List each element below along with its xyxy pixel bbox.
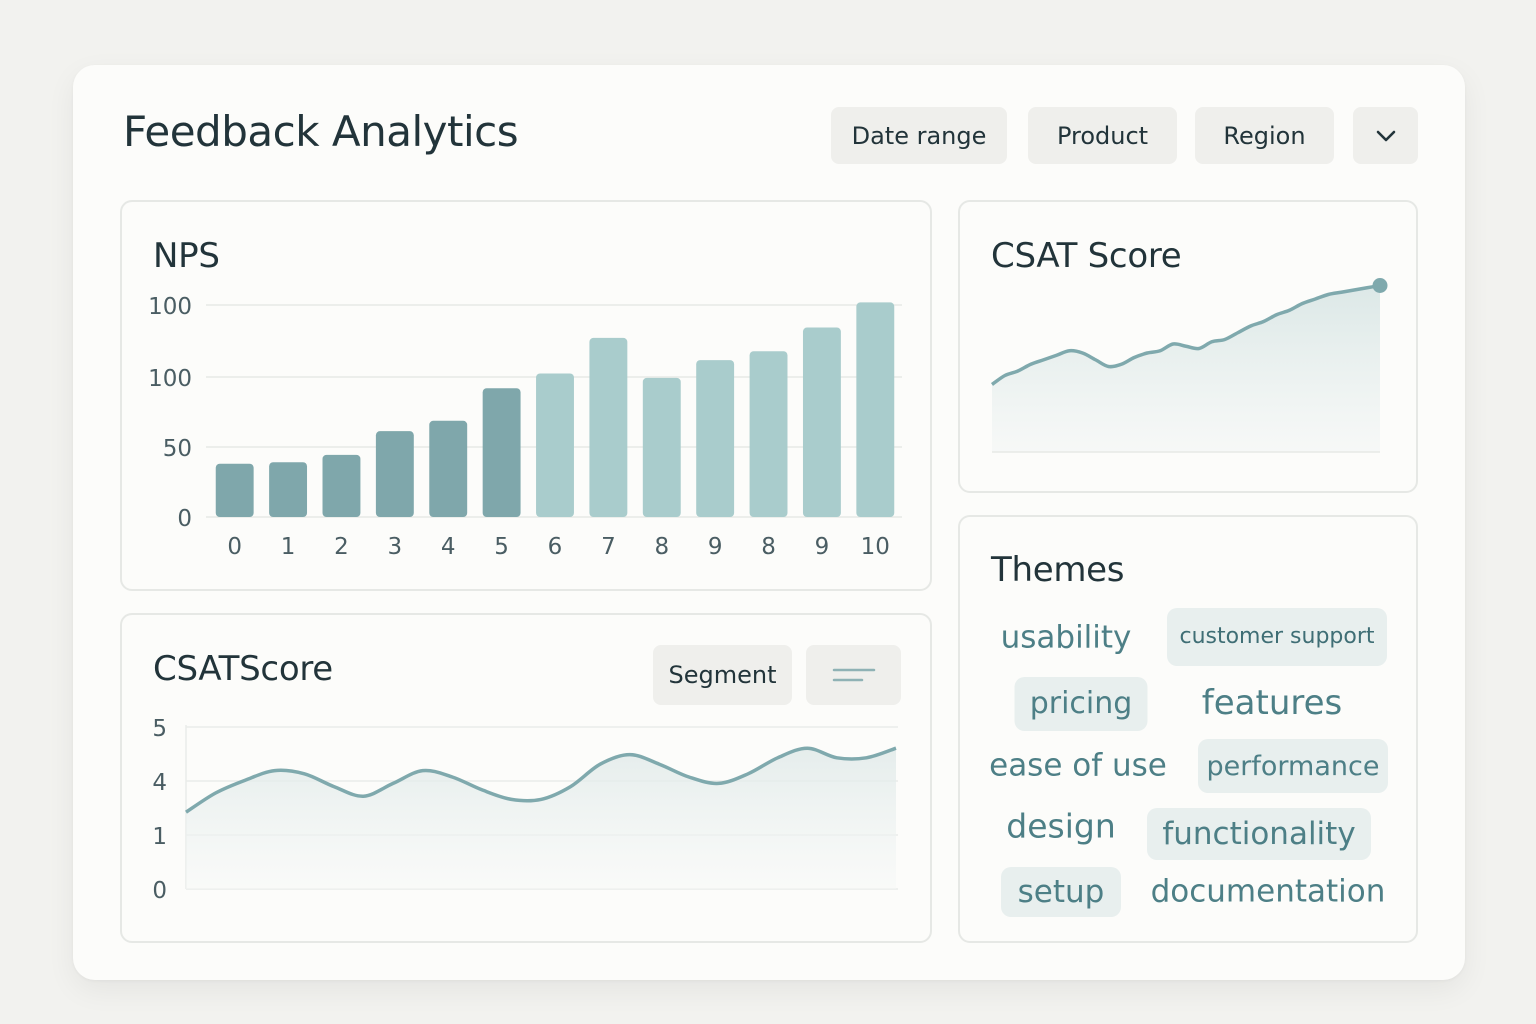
nps-bar xyxy=(215,463,254,517)
nps-bar xyxy=(802,327,841,517)
nps-bar xyxy=(482,388,521,517)
nps-bar xyxy=(536,373,574,517)
nps-x-tick: 4 xyxy=(441,534,456,560)
page-title: Feedback Analytics xyxy=(123,107,519,156)
nps-x-tick: 2 xyxy=(334,534,349,560)
nps-bar xyxy=(589,337,628,517)
theme-tag[interactable]: setup xyxy=(1001,867,1121,917)
csat-y-tick: 1 xyxy=(152,824,167,850)
csat-score-panel: CSAT Score xyxy=(958,200,1418,493)
nps-x-tick: 1 xyxy=(281,534,296,560)
nps-x-tick: 9 xyxy=(708,534,723,560)
csat-y-tick: 4 xyxy=(152,770,167,796)
more-filters-button[interactable] xyxy=(1353,107,1418,164)
theme-tag[interactable]: customer support xyxy=(1167,608,1387,666)
nps-bar xyxy=(269,462,308,517)
nps-x-tick: 6 xyxy=(548,534,563,560)
nps-bar xyxy=(642,377,681,517)
nps-panel: NPS 0 50 100 100 0 1 2 3 4 5 6 7 8 9 8 9 10 xyxy=(120,200,932,591)
csat-segment-area-chart: 0 1 4 5 xyxy=(152,716,898,904)
theme-tag[interactable]: usability xyxy=(1001,622,1132,654)
nps-bar xyxy=(856,302,895,517)
theme-tag[interactable]: documentation xyxy=(1151,876,1386,908)
nps-bar xyxy=(749,351,788,517)
themes-title: Themes xyxy=(991,550,1125,590)
nps-bar xyxy=(375,431,414,517)
nps-x-tick: 7 xyxy=(601,534,616,560)
date-range-filter[interactable]: Date range xyxy=(831,107,1007,164)
nps-bar-chart: 0 50 100 100 0 1 2 3 4 5 6 7 8 9 8 9 10 xyxy=(148,294,902,560)
product-filter[interactable]: Product xyxy=(1028,107,1177,164)
nps-y-tick: 100 xyxy=(148,294,192,320)
nps-bar xyxy=(322,454,361,517)
nps-x-tick: 10 xyxy=(861,534,890,560)
nps-x-tick: 9 xyxy=(815,534,830,560)
theme-tag[interactable]: pricing xyxy=(1014,677,1148,731)
csat-y-tick: 5 xyxy=(152,716,167,742)
themes-panel: Themes usability customer support pricing f… xyxy=(958,515,1418,943)
csat-segment-panel: CSATScore Segment 0145 xyxy=(120,613,932,943)
nps-x-tick: 0 xyxy=(227,534,242,560)
nps-x-tick: 5 xyxy=(494,534,509,560)
nps-x-tick: 3 xyxy=(388,534,403,560)
csat-score-area xyxy=(992,285,1380,452)
theme-tag[interactable]: ease of use xyxy=(989,750,1167,782)
nps-y-tick: 0 xyxy=(177,506,192,532)
dashboard-card: Feedback Analytics Date range Product Re… xyxy=(73,65,1465,980)
theme-tag[interactable]: design xyxy=(1006,810,1115,843)
nps-bar xyxy=(429,420,468,517)
chevron-down-icon xyxy=(1376,130,1395,141)
nps-x-tick: 8 xyxy=(654,534,669,560)
csat-y-tick: 0 xyxy=(152,878,167,904)
theme-tag[interactable]: functionality xyxy=(1147,808,1371,860)
nps-x-tick: 8 xyxy=(761,534,776,560)
theme-tag[interactable]: performance xyxy=(1198,739,1388,793)
theme-tag[interactable]: features xyxy=(1202,686,1342,720)
csat-area xyxy=(186,748,896,889)
nps-bar xyxy=(696,360,735,517)
csat-score-trend-chart xyxy=(990,278,1388,453)
csat-score-endpoint xyxy=(1372,278,1388,293)
nps-y-tick: 100 xyxy=(148,366,192,392)
nps-y-tick: 50 xyxy=(163,436,192,462)
region-filter[interactable]: Region xyxy=(1195,107,1334,164)
